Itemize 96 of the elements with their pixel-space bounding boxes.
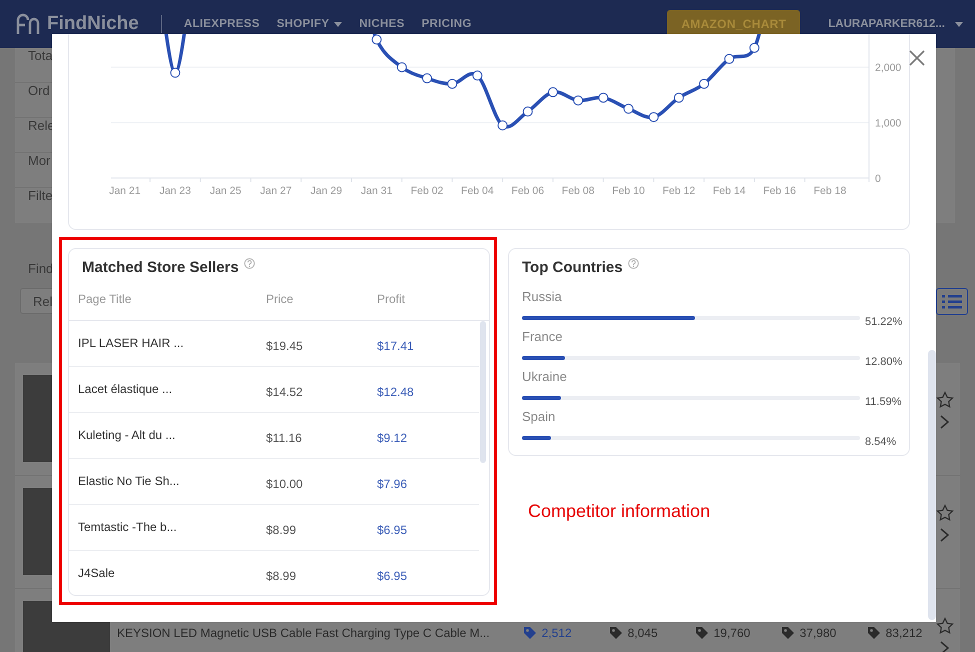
stat-value: 19,760 <box>714 625 750 641</box>
user-name[interactable]: LAURAPARKER612... <box>828 18 945 30</box>
axis-label: 0 <box>875 173 881 185</box>
data-point <box>648 112 659 122</box>
table-cell-text: $19.45 <box>266 338 304 353</box>
axis-label: Jan 31 <box>360 185 392 197</box>
axis-label: Feb 18 <box>814 185 846 197</box>
data-point <box>624 104 634 114</box>
table-cell-text: J4Sale <box>78 566 116 580</box>
table-cell-text: $8.99 <box>266 568 298 583</box>
nav-link[interactable]: NICHES <box>359 18 405 30</box>
axis-label: 2,000 <box>875 62 902 74</box>
axis-label: Feb 16 <box>763 185 796 197</box>
column-header: Page Title <box>78 292 132 306</box>
caret-icon <box>955 22 963 26</box>
data-point <box>170 68 180 78</box>
nav-link[interactable]: ALIEXPRESS <box>184 18 260 30</box>
axis-label: 1,000 <box>875 118 902 130</box>
table-cell-text: $6.95 <box>377 568 408 583</box>
data-point <box>472 70 482 81</box>
table-cell-text: $10.00 <box>266 476 304 491</box>
help-icon <box>628 258 639 269</box>
country-name: Ukraine <box>522 369 567 384</box>
column-header: Price <box>266 292 294 306</box>
stat-value: 83,212 <box>886 625 922 641</box>
axis-label: Jan 29 <box>310 185 342 197</box>
table-cell-text: $14.52 <box>266 384 304 399</box>
close-icon <box>909 50 925 66</box>
percentage: 11.59% <box>865 395 902 408</box>
data-point <box>396 62 407 72</box>
filter-label: Mor <box>28 153 50 168</box>
expand-button[interactable] <box>939 415 951 429</box>
help-icon <box>244 258 255 269</box>
percentage: 8.54% <box>865 435 896 448</box>
table-cell-text: $17.41 <box>377 338 414 353</box>
table-cell-text: Elastic No Tie Sh... <box>78 474 180 488</box>
percentage: 12.80% <box>865 355 902 368</box>
data-point <box>447 78 458 89</box>
logo-text: FindNiche <box>47 13 139 35</box>
table-cell-text: $7.96 <box>377 476 408 491</box>
data-point <box>573 95 584 106</box>
axis-label: Jan 25 <box>210 185 242 197</box>
table-cell-text: IPL LASER HAIR ... <box>78 336 185 350</box>
country-name: Russia <box>522 289 562 304</box>
axis-label: Feb 02 <box>410 185 444 197</box>
logo-icon <box>15 13 41 35</box>
filter-label: Tota <box>28 48 53 63</box>
star-button[interactable] <box>936 391 954 409</box>
data-point <box>674 92 684 103</box>
table-cell-text: $6.95 <box>377 522 408 537</box>
list-view-button[interactable] <box>936 288 968 315</box>
stat-value: 37,980 <box>800 625 836 641</box>
card-title: Top Countries <box>522 259 623 276</box>
axis-label: Feb 04 <box>461 185 494 197</box>
axis-label: Feb 08 <box>562 185 594 197</box>
expand-button[interactable] <box>939 528 951 542</box>
table-cell-text: Temtastic -The b... <box>78 520 178 534</box>
axis-label: Feb 12 <box>662 185 696 197</box>
star-button[interactable] <box>936 504 954 522</box>
data-point <box>749 42 760 53</box>
data-point <box>548 87 558 98</box>
data-point <box>422 73 432 84</box>
product-title[interactable]: KEYSION LED Magnetic USB Cable Fast Charging Type C Cable M... <box>117 625 490 641</box>
axis-label: Jan 21 <box>109 185 141 197</box>
filter-label: Filte <box>28 188 53 203</box>
axis-label: Jan 27 <box>260 185 292 197</box>
data-point <box>699 78 710 89</box>
table-cell-text: Lacet élastique ... <box>78 382 174 396</box>
data-point <box>724 54 734 64</box>
stat-value: 2,512 <box>542 625 572 641</box>
data-point <box>522 106 533 117</box>
data-point <box>598 92 608 103</box>
country-name: France <box>522 329 562 344</box>
data-point <box>498 120 508 130</box>
column-header: Profit <box>377 292 406 306</box>
close-button[interactable] <box>909 50 925 66</box>
table-cell-text: $8.99 <box>266 522 298 537</box>
expand-button[interactable] <box>939 641 951 652</box>
table-cell-text: $11.16 <box>266 430 303 445</box>
axis-label: Feb 10 <box>612 185 645 197</box>
table-cell-text: Kuleting - Alt du ... <box>78 428 176 442</box>
table-cell-text: $12.48 <box>377 384 414 399</box>
percentage: 51.22% <box>865 315 902 328</box>
stat-value: 8,045 <box>628 625 658 641</box>
annotation-text: Competitor information <box>528 501 712 522</box>
card-title: Matched Store Sellers <box>82 259 239 276</box>
axis-label: Feb 06 <box>511 185 544 197</box>
nav-link[interactable]: PRICING <box>422 18 472 30</box>
nav-link[interactable]: SHOPIFY <box>276 18 342 30</box>
list-icon <box>942 294 962 308</box>
table-cell-text: $9.12 <box>377 430 408 445</box>
star-button[interactable] <box>936 617 954 635</box>
country-name: Spain <box>522 409 556 424</box>
axis-label: Feb 14 <box>712 185 746 197</box>
axis-label: Jan 23 <box>159 185 191 197</box>
filter-label: Ord <box>28 83 50 98</box>
